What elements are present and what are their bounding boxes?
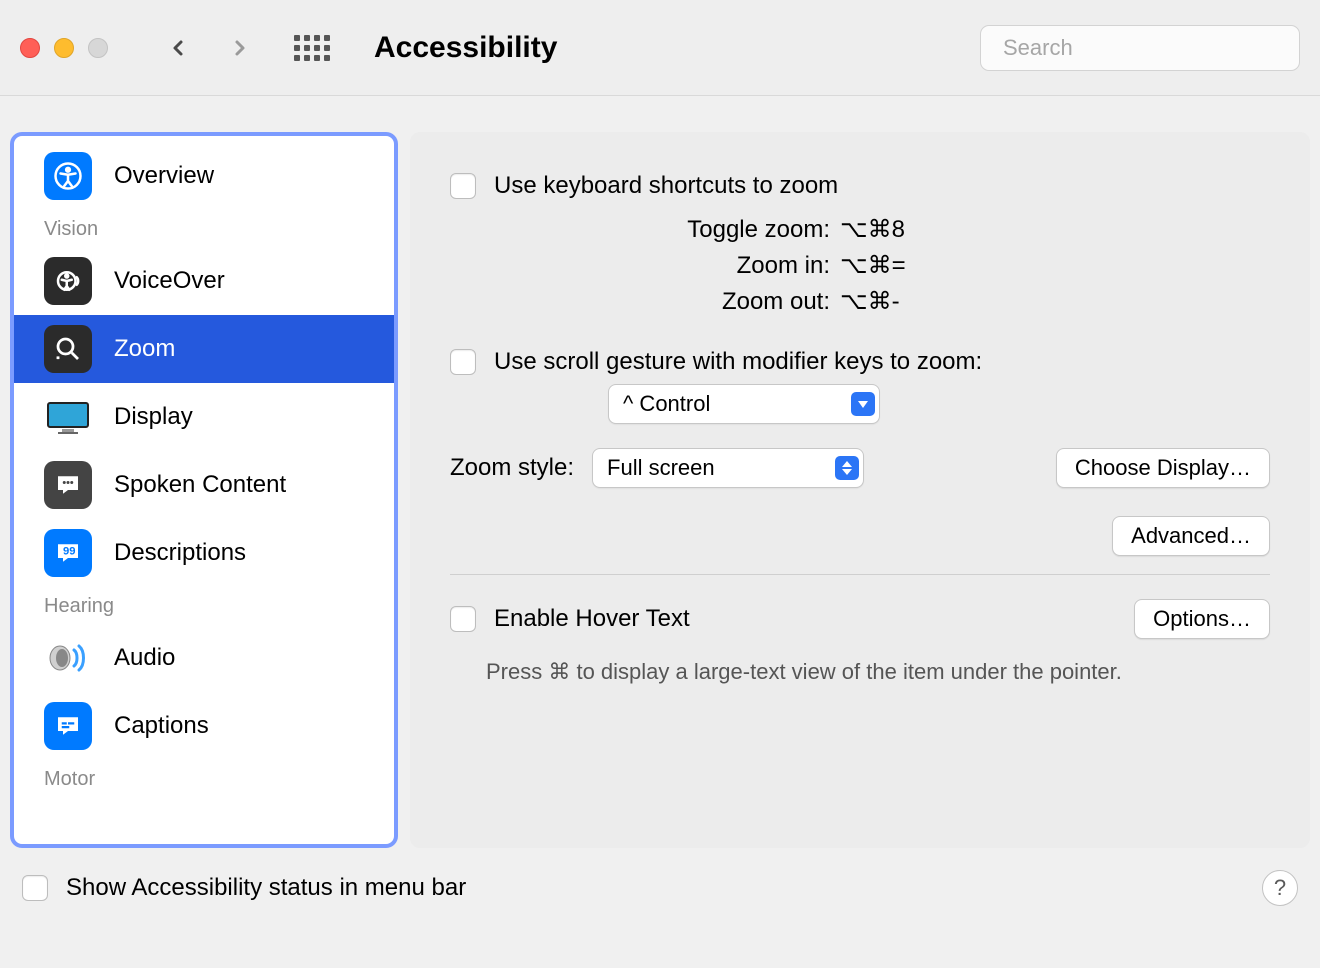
advanced-label: Advanced… bbox=[1131, 523, 1251, 549]
updown-caret-icon bbox=[835, 456, 859, 480]
sidebar-section-motor: Motor bbox=[14, 760, 394, 797]
sidebar-item-label: VoiceOver bbox=[114, 267, 225, 295]
svg-text:99: 99 bbox=[63, 545, 76, 557]
search-input[interactable] bbox=[1003, 35, 1291, 61]
shortcut-toggle-keys: ⌥⌘8 bbox=[840, 212, 905, 248]
sidebar-item-label: Display bbox=[114, 403, 193, 431]
sidebar-item-label: Audio bbox=[114, 644, 175, 672]
back-button[interactable] bbox=[156, 26, 200, 70]
sidebar-section-vision: Vision bbox=[14, 210, 394, 247]
advanced-button[interactable]: Advanced… bbox=[1112, 516, 1270, 556]
shortcut-toggle-label: Toggle zoom: bbox=[450, 212, 840, 248]
captions-icon bbox=[44, 702, 92, 750]
choose-display-label: Choose Display… bbox=[1075, 455, 1251, 481]
shortcut-zoomin-keys: ⌥⌘= bbox=[840, 248, 906, 284]
sidebar-item-audio[interactable]: Audio bbox=[14, 624, 394, 692]
sidebar-item-overview[interactable]: Overview bbox=[14, 142, 394, 210]
toolbar: Accessibility bbox=[0, 0, 1320, 96]
use-keyboard-shortcuts-label: Use keyboard shortcuts to zoom bbox=[494, 172, 838, 200]
divider bbox=[450, 574, 1270, 575]
voiceover-icon bbox=[44, 257, 92, 305]
sidebar-section-hearing: Hearing bbox=[14, 587, 394, 624]
hover-options-label: Options… bbox=[1153, 606, 1251, 632]
shortcut-zoomout-label: Zoom out: bbox=[450, 284, 840, 320]
zoom-style-value: Full screen bbox=[607, 455, 715, 481]
display-icon bbox=[44, 393, 92, 441]
show-status-menubar-label: Show Accessibility status in menu bar bbox=[66, 874, 466, 902]
hover-options-button[interactable]: Options… bbox=[1134, 599, 1270, 639]
zoom-style-select[interactable]: Full screen bbox=[592, 448, 864, 488]
window-title: Accessibility bbox=[374, 31, 557, 65]
hover-text-note: Press ⌘ to display a large-text view of … bbox=[486, 659, 1270, 685]
enable-hover-text-checkbox[interactable] bbox=[450, 606, 476, 632]
shortcut-list: Toggle zoom:⌥⌘8 Zoom in:⌥⌘= Zoom out:⌥⌘- bbox=[450, 212, 1270, 320]
sidebar-item-display[interactable]: Display bbox=[14, 383, 394, 451]
sidebar-item-label: Captions bbox=[114, 712, 209, 740]
content-panel: Use keyboard shortcuts to zoom Toggle zo… bbox=[410, 132, 1310, 848]
sidebar-item-zoom[interactable]: Zoom bbox=[14, 315, 394, 383]
zoom-style-label: Zoom style: bbox=[450, 454, 574, 482]
accessibility-icon bbox=[44, 152, 92, 200]
window-controls bbox=[20, 38, 108, 58]
sidebar-item-spoken-content[interactable]: Spoken Content bbox=[14, 451, 394, 519]
sidebar-item-label: Spoken Content bbox=[114, 471, 286, 499]
chevron-down-icon bbox=[851, 392, 875, 416]
sidebar-item-descriptions[interactable]: 99 Descriptions bbox=[14, 519, 394, 587]
use-keyboard-shortcuts-checkbox[interactable] bbox=[450, 173, 476, 199]
enable-hover-text-label: Enable Hover Text bbox=[494, 605, 690, 633]
use-scroll-gesture-label: Use scroll gesture with modifier keys to… bbox=[494, 348, 982, 376]
help-button[interactable]: ? bbox=[1262, 870, 1298, 906]
sidebar-item-voiceover[interactable]: VoiceOver bbox=[14, 247, 394, 315]
show-status-menubar-checkbox[interactable] bbox=[22, 875, 48, 901]
sidebar: Overview Vision VoiceOver Zoom Display S bbox=[10, 132, 398, 848]
choose-display-button[interactable]: Choose Display… bbox=[1056, 448, 1270, 488]
spoken-content-icon bbox=[44, 461, 92, 509]
zoom-icon bbox=[44, 325, 92, 373]
shortcut-zoomout-keys: ⌥⌘- bbox=[840, 284, 900, 320]
minimize-window-button[interactable] bbox=[54, 38, 74, 58]
audio-icon bbox=[44, 634, 92, 682]
sidebar-item-label: Descriptions bbox=[114, 539, 246, 567]
close-window-button[interactable] bbox=[20, 38, 40, 58]
use-scroll-gesture-checkbox[interactable] bbox=[450, 349, 476, 375]
modifier-key-value: ^ Control bbox=[623, 391, 710, 417]
show-all-icon[interactable] bbox=[294, 35, 330, 61]
shortcut-zoomin-label: Zoom in: bbox=[450, 248, 840, 284]
sidebar-item-label: Zoom bbox=[114, 335, 175, 363]
descriptions-icon: 99 bbox=[44, 529, 92, 577]
modifier-key-select[interactable]: ^ Control bbox=[608, 384, 880, 424]
search-field-container[interactable] bbox=[980, 25, 1300, 71]
bottom-bar: Show Accessibility status in menu bar ? bbox=[0, 858, 1320, 918]
sidebar-item-label: Overview bbox=[114, 162, 214, 190]
fullscreen-window-button[interactable] bbox=[88, 38, 108, 58]
sidebar-item-captions[interactable]: Captions bbox=[14, 692, 394, 760]
forward-button[interactable] bbox=[218, 26, 262, 70]
